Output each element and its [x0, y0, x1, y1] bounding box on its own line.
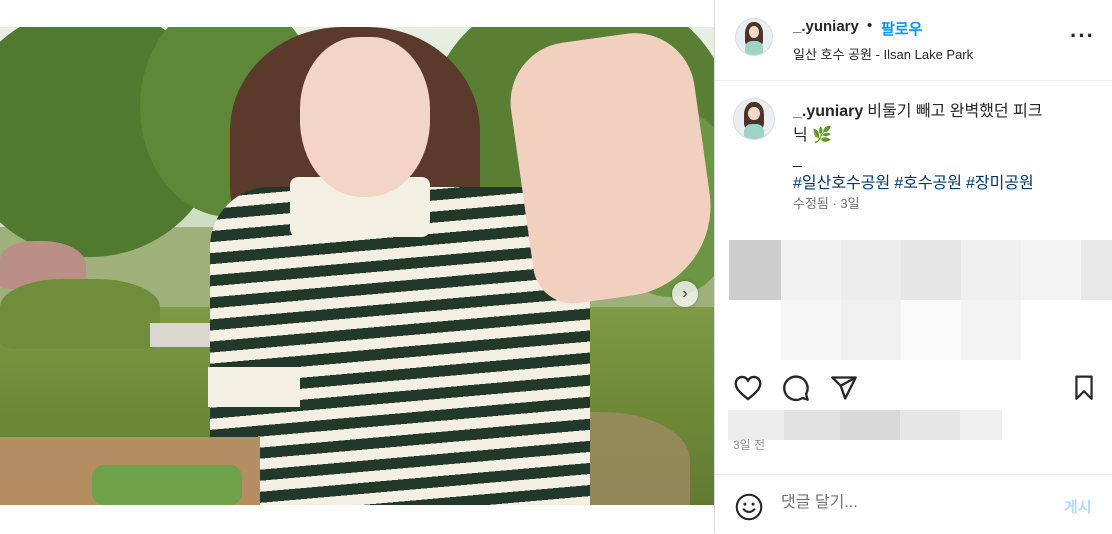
post-date: 3일 전: [733, 438, 766, 452]
hashtag-link[interactable]: #호수공원: [894, 175, 962, 192]
caption-body: _.yuniary 비둘기 빼고 완벽했던 피크 닉 🌿 _ #일산호수공원 #호수…: [793, 100, 1083, 196]
action-bar: [715, 362, 1112, 412]
comment-box: 게시: [715, 474, 1112, 534]
caption-text-line1: 비둘기 빼고 완벽했던 피크: [867, 103, 1043, 120]
caption-meta: 수정됨 · 3일: [793, 196, 860, 211]
caption-text-line2: 닉: [793, 127, 808, 144]
post-caption: _.yuniary 비둘기 빼고 완벽했던 피크 닉 🌿 _ #일산호수공원 #호수…: [715, 80, 1112, 230]
chevron-right-icon: ›: [682, 285, 688, 302]
caption-avatar[interactable]: [733, 98, 775, 140]
caption-underscore: _: [793, 151, 802, 168]
post-comment-button[interactable]: 게시: [1064, 496, 1092, 517]
post-media[interactable]: ›: [0, 27, 714, 505]
comment-input[interactable]: [781, 494, 1031, 512]
leaf-emoji: 🌿: [812, 127, 833, 144]
header-separator: •: [867, 17, 873, 34]
bookmark-icon[interactable]: [1072, 375, 1096, 406]
photo-picnic-scene: [0, 27, 714, 505]
avatar[interactable]: [735, 18, 773, 56]
paper-plane-icon[interactable]: [830, 374, 858, 407]
caption-username[interactable]: _.yuniary: [793, 103, 863, 120]
more-horizontal-icon[interactable]: ···: [1070, 25, 1095, 47]
smiley-icon[interactable]: [735, 493, 763, 526]
location-link[interactable]: 일산 호수 공원 - Ilsan Lake Park: [793, 44, 973, 63]
follow-button[interactable]: 팔로우: [881, 18, 922, 39]
instagram-post: › _.yuniary • 팔로우 일산 호수 공원 - Ilsan Lake …: [0, 0, 1112, 533]
post-header: _.yuniary • 팔로우 일산 호수 공원 - Ilsan Lake Pa…: [715, 0, 1112, 81]
header-username[interactable]: _.yuniary: [793, 18, 859, 35]
heart-icon[interactable]: [734, 375, 762, 406]
hashtag-link[interactable]: #장미공원: [966, 175, 1034, 192]
comment-bubble-icon[interactable]: [782, 374, 810, 407]
hashtag-link[interactable]: #일산호수공원: [793, 175, 890, 192]
carousel-next-button[interactable]: ›: [672, 281, 698, 307]
